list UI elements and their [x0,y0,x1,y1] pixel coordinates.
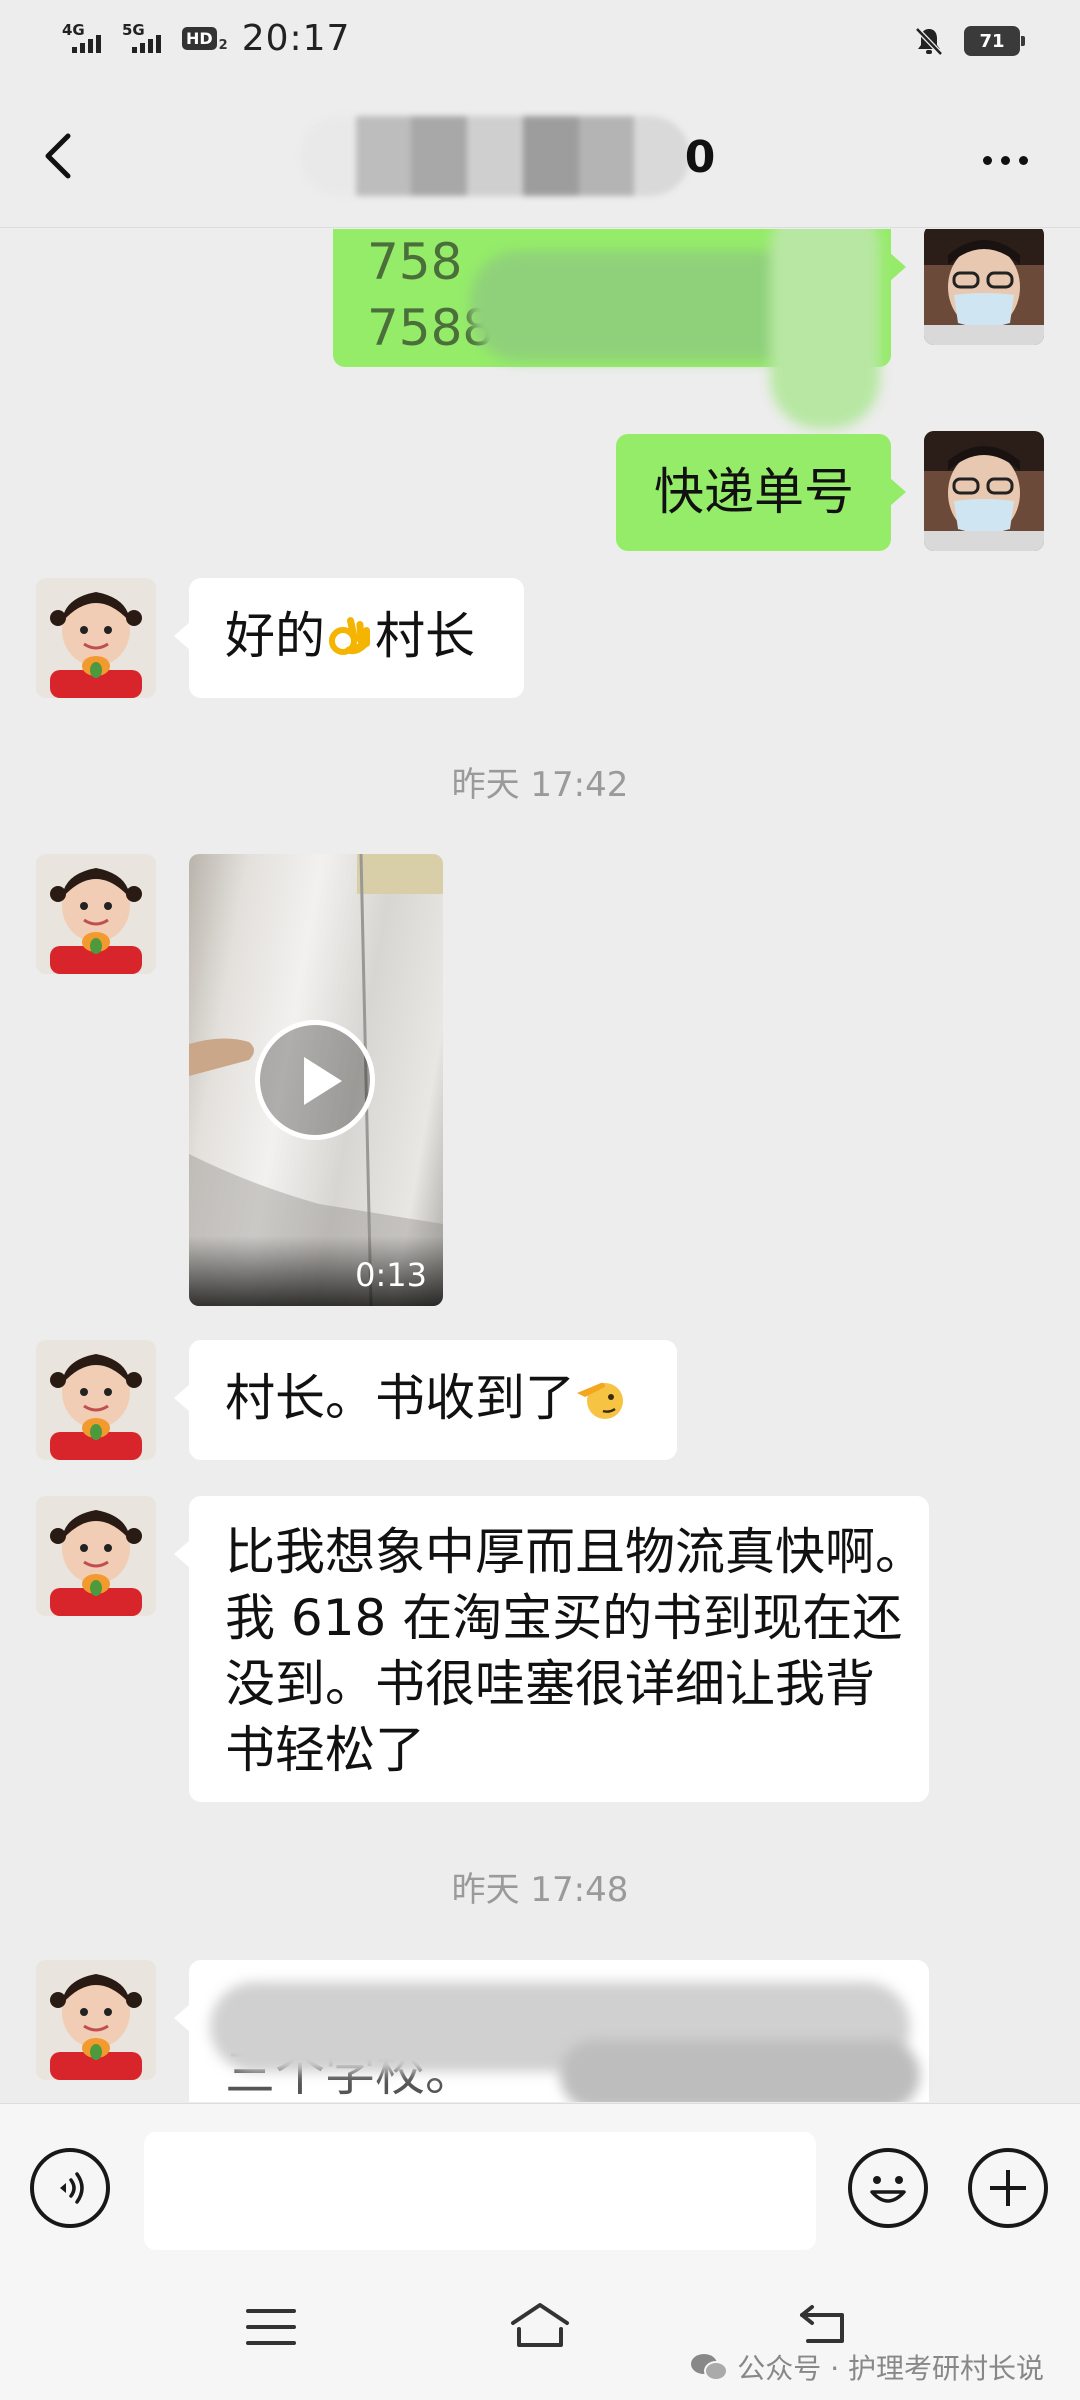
message-text-line: 我 618 在淘宝买的书到现在还 [225,1589,903,1647]
message-row-received: 村长。书收到了 [0,1340,1080,1470]
avatar-contact-image [36,578,156,698]
message-text-line: 没到。书很哇塞很详细让我背 [225,1655,875,1713]
message-text-after: 村长 [375,607,475,665]
message-row-sent: 快递单号 [0,419,1080,551]
message-bubble-received[interactable]: 村长。书收到了 [174,1340,677,1460]
message-row-received: 好的 村长 [0,578,1080,718]
message-row-received: 0:13 [0,854,1080,1314]
hd-sub: 2 [218,38,228,53]
system-navigation-bar: 公众号 · 护理考研村长说 [0,2253,1080,2400]
plus-icon[interactable] [968,2148,1048,2228]
avatar-contact[interactable] [36,1340,156,1460]
avatar-self[interactable] [924,431,1044,551]
battery-level: 71 [979,30,1005,52]
message-text-line: 书轻松了 [225,1721,425,1779]
avatar-self-image [924,229,1044,345]
bell-off-icon [915,27,943,56]
hd-badge: HD [182,27,217,50]
status-bar: 4G 5G HD 2 20:17 71 [0,0,1080,80]
avatar-contact[interactable] [36,854,156,974]
smiley-face [870,2176,906,2203]
chat-title-text: 0 [684,132,716,183]
more-dots-icon[interactable] [970,130,1040,190]
watermark-text: 公众号 · 护理考研村长说 [737,2352,1044,2385]
battery-icon: 71 [964,26,1025,56]
status-left: 4G 5G HD 2 20:17 [62,18,350,59]
input-bar [0,2103,1080,2253]
message-text: 村长。书收到了 [225,1369,575,1427]
chat-title: 0 [0,132,1080,183]
message-text: 快递单号 [654,463,854,521]
redaction-smear [560,2040,920,2102]
avatar-contact-image [36,1960,156,2080]
avatar-contact[interactable] [36,1960,156,2080]
message-row-sent: 758 7588 [0,229,1080,429]
message-input[interactable] [144,2132,816,2250]
redaction-smear [770,229,880,429]
message-timestamp: 昨天 17:48 [451,1870,629,1910]
play-icon[interactable] [255,1020,375,1140]
menu-icon[interactable] [236,2297,306,2357]
message-row-received: 三个学校。 [0,1960,1080,2102]
home-icon[interactable] [505,2297,575,2357]
message-bubble-received[interactable]: 比我想象中厚而且物流真快啊。 我 618 在淘宝买的书到现在还 没到。书很哇塞很… [174,1496,929,1802]
message-row-received: 比我想象中厚而且物流真快啊。 我 618 在淘宝买的书到现在还 没到。书很哇塞很… [0,1496,1080,1816]
avatar-self-image [924,431,1044,551]
message-text-line: 比我想象中厚而且物流真快啊。 [225,1523,925,1581]
video-message[interactable]: 0:13 [189,854,443,1306]
status-right: 71 [912,24,1025,58]
clock: 20:17 [241,18,351,59]
avatar-self[interactable] [924,229,1044,345]
message-bubble-sent[interactable]: 快递单号 [616,434,906,551]
avatar-contact-image [36,1496,156,1616]
message-timestamp: 昨天 17:42 [451,765,629,805]
message-bubble-received[interactable]: 好的 村长 [174,578,524,698]
voice-waves [60,2172,84,2204]
voice-icon[interactable] [30,2148,110,2228]
signal-sim2-icon: 5G [122,19,168,59]
saluting-face-emoji-icon [577,1382,623,1419]
ok-hand-emoji-icon [329,617,370,655]
message-list[interactable]: 758 7588 快递单号 好的 村长 昨天 17:42 0:13 村长。书收到… [0,229,1080,2102]
avatar-contact[interactable] [36,1496,156,1616]
video-duration: 0:13 [355,1256,427,1294]
signal-sim1-icon: 4G [62,19,108,59]
smiley-icon[interactable] [848,2148,928,2228]
wechat-icon [691,2354,729,2381]
avatar-contact-image [36,854,156,974]
avatar-contact[interactable] [36,578,156,698]
chat-header: 0 [0,100,1080,228]
message-text: 好的 [225,607,325,665]
watermark: 公众号 · 护理考研村长说 [689,2347,1044,2387]
avatar-contact-image [36,1340,156,1460]
